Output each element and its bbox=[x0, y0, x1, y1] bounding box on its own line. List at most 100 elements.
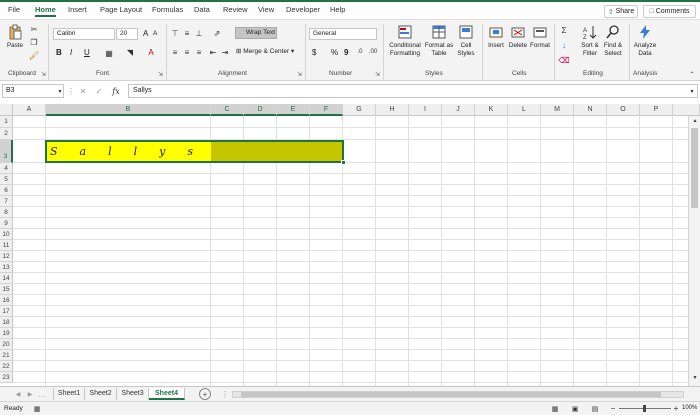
increase-decimal-icon[interactable]: .0 bbox=[354, 47, 366, 57]
orientation-icon[interactable]: ⇗ bbox=[210, 28, 224, 38]
decrease-decimal-icon[interactable]: .00 bbox=[367, 47, 379, 57]
normal-view-icon[interactable]: ▦ bbox=[550, 404, 560, 413]
grow-font-button[interactable]: A bbox=[143, 29, 148, 38]
delete-cells-button[interactable]: Delete bbox=[507, 24, 529, 50]
col-header-a[interactable]: A bbox=[13, 104, 46, 116]
zoom-in-icon[interactable]: + bbox=[672, 403, 680, 413]
tab-page-layout[interactable]: Page Layout bbox=[100, 5, 142, 14]
align-right-icon[interactable]: ≡ bbox=[194, 47, 204, 57]
select-all-corner[interactable] bbox=[0, 104, 13, 116]
row-header-21[interactable]: 21 bbox=[0, 350, 13, 361]
col-header-j[interactable]: J bbox=[442, 104, 475, 116]
sheet-tab-sheet4[interactable]: Sheet4 bbox=[149, 388, 185, 400]
row-header-20[interactable]: 20 bbox=[0, 339, 13, 350]
scroll-down-icon[interactable]: ▼ bbox=[691, 374, 699, 382]
row-header-6[interactable]: 6 bbox=[0, 185, 13, 196]
tab-review[interactable]: Review bbox=[223, 5, 248, 14]
col-header-o[interactable]: O bbox=[607, 104, 640, 116]
expand-formula-icon[interactable]: ▾ bbox=[688, 86, 696, 96]
formula-input[interactable]: Sallys bbox=[128, 84, 698, 98]
scroll-up-icon[interactable]: ▲ bbox=[691, 117, 699, 125]
col-header-e[interactable]: E bbox=[277, 104, 310, 116]
shrink-font-button[interactable]: A bbox=[153, 30, 157, 37]
bold-button[interactable]: B bbox=[56, 48, 62, 57]
top-align-icon[interactable]: ⊤ bbox=[170, 28, 180, 38]
enter-icon[interactable]: ✓ bbox=[94, 86, 104, 96]
conditional-formatting-button[interactable]: Conditional Formatting bbox=[386, 24, 424, 57]
sheet-tab-sheet1[interactable]: Sheet1 bbox=[53, 388, 85, 400]
col-header-p[interactable]: P bbox=[640, 104, 673, 116]
tab-data[interactable]: Data bbox=[194, 5, 210, 14]
add-sheet-icon[interactable]: + bbox=[199, 388, 211, 400]
font-size-select[interactable]: 20 bbox=[116, 28, 138, 40]
zoom-level-text[interactable]: 100% bbox=[682, 405, 697, 411]
wrap-text-button[interactable]: Wrap Text bbox=[235, 27, 277, 39]
copy-icon[interactable]: ❐ bbox=[29, 37, 39, 47]
analyze-data-button[interactable]: Analyze Data bbox=[632, 24, 658, 57]
col-header-k[interactable]: K bbox=[475, 104, 508, 116]
borders-icon[interactable]: ▦ bbox=[103, 48, 115, 58]
col-header-i[interactable]: I bbox=[409, 104, 442, 116]
insert-cells-button[interactable]: Insert bbox=[485, 24, 507, 50]
row-header-15[interactable]: 15 bbox=[0, 284, 13, 295]
zoom-out-icon[interactable]: − bbox=[609, 403, 617, 413]
name-box[interactable]: B3 bbox=[2, 84, 64, 98]
font-name-select[interactable]: Calibri bbox=[53, 28, 115, 40]
find-select-button[interactable]: Find & Select bbox=[601, 24, 625, 57]
row-header-4[interactable]: 4 bbox=[0, 163, 13, 174]
page-break-view-icon[interactable]: ▤ bbox=[590, 404, 600, 413]
font-color-icon[interactable]: A bbox=[145, 47, 157, 57]
sheet-tab-sheet3[interactable]: Sheet3 bbox=[117, 388, 149, 400]
comma-button[interactable]: 9 bbox=[344, 48, 348, 57]
number-format-select[interactable]: General bbox=[309, 28, 377, 40]
tab-developer[interactable]: Developer bbox=[286, 5, 320, 14]
row-header-9[interactable]: 9 bbox=[0, 218, 13, 229]
tab-view[interactable]: View bbox=[258, 5, 274, 14]
align-center-icon[interactable]: ≡ bbox=[182, 47, 192, 57]
vertical-scroll-thumb[interactable] bbox=[691, 128, 698, 208]
decrease-indent-icon[interactable]: ⇤ bbox=[208, 47, 218, 57]
col-header-b[interactable]: B bbox=[46, 104, 211, 116]
clipboard-launcher-icon[interactable]: ⇲ bbox=[41, 71, 46, 78]
row-header-1[interactable]: 1 bbox=[0, 116, 13, 128]
row-header-18[interactable]: 18 bbox=[0, 317, 13, 328]
zoom-slider-thumb[interactable] bbox=[643, 405, 646, 412]
tab-splitter-icon[interactable]: ⋮ bbox=[221, 389, 229, 399]
tab-formulas[interactable]: Formulas bbox=[152, 5, 183, 14]
row-header-17[interactable]: 17 bbox=[0, 306, 13, 317]
col-header-l[interactable]: L bbox=[508, 104, 541, 116]
number-launcher-icon[interactable]: ⇲ bbox=[375, 71, 380, 78]
comments-button[interactable]: □ Comments bbox=[643, 5, 696, 18]
cancel-icon[interactable]: ✕ bbox=[78, 86, 88, 96]
prev-sheet-icon[interactable]: ◀ bbox=[14, 389, 22, 399]
collapse-ribbon-icon[interactable]: ⌃ bbox=[688, 70, 696, 78]
alignment-launcher-icon[interactable]: ⇲ bbox=[297, 71, 302, 78]
macro-record-icon[interactable]: ▦ bbox=[32, 404, 42, 413]
col-header-m[interactable]: M bbox=[541, 104, 574, 116]
row-header-14[interactable]: 14 bbox=[0, 273, 13, 284]
tab-file[interactable]: File bbox=[8, 5, 20, 14]
col-header-d[interactable]: D bbox=[244, 104, 277, 116]
col-header-f[interactable]: F bbox=[310, 104, 343, 116]
percent-button[interactable]: % bbox=[331, 48, 338, 57]
format-as-table-button[interactable]: Format as Table bbox=[424, 24, 454, 57]
vertical-scrollbar[interactable]: ▲ ▼ bbox=[688, 116, 700, 386]
share-button[interactable]: ⇧ Share bbox=[604, 5, 638, 18]
row-header-2[interactable]: 2 bbox=[0, 128, 13, 140]
horizontal-scrollbar[interactable] bbox=[232, 391, 684, 398]
clear-icon[interactable]: ⌫ bbox=[558, 55, 570, 65]
bottom-align-icon[interactable]: ⊥ bbox=[194, 28, 204, 38]
sheet-tab-sheet2[interactable]: Sheet2 bbox=[85, 388, 117, 400]
autosum-icon[interactable]: Σ bbox=[558, 25, 570, 35]
fill-icon[interactable]: ↓ bbox=[558, 40, 570, 50]
fill-handle[interactable] bbox=[341, 160, 346, 165]
row-header-11[interactable]: 11 bbox=[0, 240, 13, 251]
sort-filter-button[interactable]: AZ Sort & Filter bbox=[577, 24, 603, 57]
merge-center-button[interactable]: ⊞ Merge & Center ▾ bbox=[236, 47, 294, 55]
insert-function-button[interactable]: fx bbox=[110, 86, 122, 96]
underline-button[interactable]: U bbox=[84, 48, 90, 57]
col-header-c[interactable]: C bbox=[211, 104, 244, 116]
tab-insert[interactable]: Insert bbox=[68, 5, 87, 14]
italic-button[interactable]: I bbox=[70, 48, 72, 57]
row-header-12[interactable]: 12 bbox=[0, 251, 13, 262]
